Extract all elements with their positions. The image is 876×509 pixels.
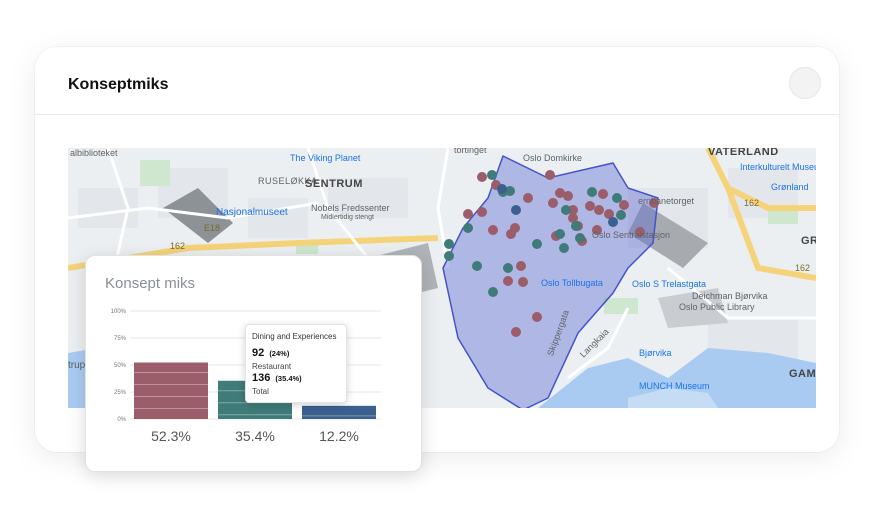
bar[interactable] — [302, 405, 376, 419]
chart-tooltip: Dining and Experiences 92 (24%) Restaura… — [245, 324, 347, 403]
tooltip-percent-restaurant: (24%) — [269, 349, 290, 358]
y-tick-label: 75% — [114, 336, 127, 342]
map-label: MUNCH Museum — [639, 381, 710, 391]
map-label: Oslo Public Library — [679, 302, 755, 312]
tooltip-value-restaurant: 92 (24%) — [252, 347, 289, 359]
map-label: Oslo Domkirke — [523, 153, 583, 163]
map-label: Interkulturelt Museum — [740, 162, 816, 172]
map-label: albiblioteket — [70, 148, 118, 158]
map-label: Bjørvika — [639, 348, 672, 358]
tooltip-count-restaurant: 92 — [252, 347, 265, 359]
card-title: Konseptmiks — [68, 76, 169, 93]
tooltip-value-total: 136 (35.4%) — [252, 372, 302, 384]
bar[interactable] — [134, 362, 208, 419]
map-label: Oslo Tollbugata — [541, 278, 603, 288]
map-label: tortinget — [454, 148, 487, 155]
avatar[interactable] — [789, 67, 821, 99]
map-label: 162 — [744, 198, 760, 208]
map-label: GR — [801, 235, 816, 247]
map-label: VATERLAND — [708, 148, 779, 158]
divider — [35, 114, 839, 115]
concept-mix-chart-card: Konsept miks 0% 25% 50% 75% 100% 52.3% 35.4% 1… — [85, 255, 422, 472]
map-label: 162 — [170, 241, 186, 251]
tooltip-percent-total: (35.4%) — [275, 374, 302, 383]
tooltip-label-total: Total — [252, 387, 269, 396]
map-label: Deichman Bjørvika — [692, 291, 768, 301]
map-label: GAM — [789, 368, 816, 380]
bar-value-label: 12.2% — [319, 428, 359, 444]
y-tick-label: 50% — [114, 363, 127, 369]
bar-value-label: 35.4% — [235, 428, 275, 444]
map-label: The Viking Planet — [290, 153, 361, 163]
map-label: Grønland — [771, 182, 809, 192]
map-label: Midlertidig stengt — [321, 214, 374, 221]
map-label: trup — [68, 360, 86, 371]
y-tick-label: 0% — [117, 417, 126, 423]
tooltip-count-total: 136 — [252, 372, 271, 384]
tooltip-title: Dining and Experiences — [252, 332, 337, 341]
map-label: Nasjonalmuseet — [216, 207, 288, 218]
map-label: Oslo Sentralstasjon — [592, 230, 671, 240]
map-label: Oslo S Trelastgata — [632, 279, 707, 289]
y-tick-label: 25% — [114, 390, 127, 396]
map-label: E18 — [204, 223, 221, 233]
map-label: ernbanetorget — [638, 196, 695, 206]
map-label: 162 — [795, 263, 811, 273]
tooltip-label-restaurant: Restaurant — [252, 362, 292, 371]
bar-value-label: 52.3% — [151, 428, 191, 444]
y-tick-label: 100% — [111, 309, 127, 315]
map-label: Nobels Fredssenter — [311, 203, 390, 213]
map-label: SENTRUM — [305, 178, 363, 190]
